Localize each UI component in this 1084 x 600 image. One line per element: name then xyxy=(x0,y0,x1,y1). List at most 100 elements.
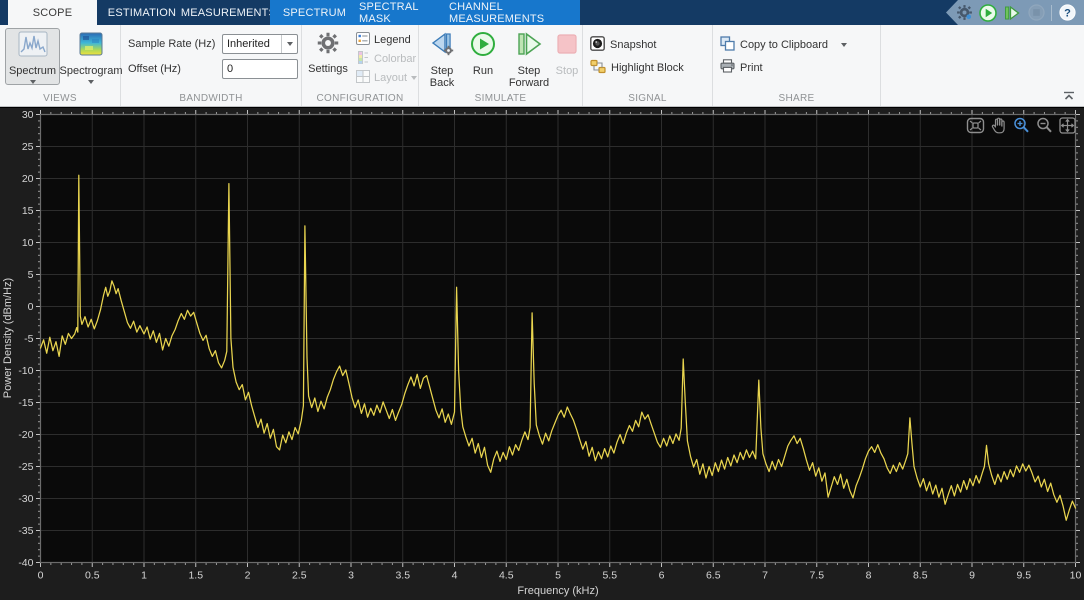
contextual-tab-group: SPECTRUM SPECTRAL MASK CHANNEL MEASUREME… xyxy=(270,0,580,25)
plot-zoom-toolbar xyxy=(965,115,1077,135)
offset-label: Offset (Hz) xyxy=(128,63,222,75)
copy-dropdown-caret-icon[interactable] xyxy=(841,43,847,47)
sample-rate-dropdown-button[interactable] xyxy=(281,35,297,53)
y-tick-label: -5 xyxy=(24,333,33,345)
run-icon[interactable] xyxy=(979,4,997,22)
layout-label: Layout xyxy=(374,72,407,84)
run-button[interactable]: Run xyxy=(465,28,501,78)
ribbon-section-signal: Snapshot Highlight Block SIGNAL xyxy=(583,25,713,106)
tab-spectral-mask[interactable]: SPECTRAL MASK xyxy=(359,0,449,25)
legend-button[interactable]: Legend xyxy=(356,31,417,49)
copy-icon xyxy=(720,36,735,54)
spectrum-analyzer-window: { "tab_bar": { "tabs": [ {"label": "SCOP… xyxy=(0,0,1084,600)
spectrogram-view-label: Spectrogram xyxy=(60,65,123,77)
help-icon[interactable]: ? xyxy=(1058,4,1076,22)
x-axis-title: Frequency (kHz) xyxy=(517,585,598,597)
x-tick-label: 5.5 xyxy=(602,570,617,582)
x-tick-label: 2 xyxy=(245,570,251,582)
fit-to-view-icon[interactable] xyxy=(1057,115,1077,135)
x-tick-label: 0.5 xyxy=(85,570,100,582)
zoom-out-icon[interactable] xyxy=(1034,115,1054,135)
offset-input[interactable] xyxy=(222,59,298,79)
tab-bar-spacer xyxy=(0,0,8,25)
settings-label: Settings xyxy=(308,63,348,75)
y-tick-label: 15 xyxy=(22,205,34,217)
step-back-label: Step Back xyxy=(424,65,460,89)
x-tick-label: 10 xyxy=(1070,570,1082,582)
y-tick-label: 30 xyxy=(22,109,34,121)
step-forward-label: Step Forward xyxy=(506,65,552,89)
sample-rate-value: Inherited xyxy=(223,38,281,50)
x-tick-label: 8 xyxy=(866,570,872,582)
print-label: Print xyxy=(740,62,763,74)
restore-view-icon[interactable] xyxy=(965,115,985,135)
y-tick-label: 5 xyxy=(28,269,34,281)
x-tick-label: 8.5 xyxy=(913,570,928,582)
tab-scope[interactable]: SCOPE xyxy=(8,0,97,25)
sample-rate-label: Sample Rate (Hz) xyxy=(128,38,222,50)
y-tick-label: -20 xyxy=(18,429,33,441)
step-forward-icon[interactable] xyxy=(1003,4,1021,22)
x-tick-label: 0 xyxy=(38,570,44,582)
spectrogram-view-button[interactable]: Spectrogram xyxy=(63,28,119,85)
ribbon-section-views: Spectrum Spectrogram xyxy=(0,25,121,106)
x-tick-label: 6.5 xyxy=(706,570,721,582)
tab-channel-measurements[interactable]: CHANNEL MEASUREMENTS xyxy=(449,0,580,25)
spectrum-view-label: Spectrum xyxy=(9,65,56,77)
sample-rate-combo[interactable]: Inherited xyxy=(222,34,298,54)
x-tick-label: 9.5 xyxy=(1016,570,1031,582)
x-tick-label: 9 xyxy=(969,570,975,582)
y-tick-label: -40 xyxy=(18,557,33,569)
x-tick-label: 1.5 xyxy=(188,570,203,582)
highlight-block-label: Highlight Block xyxy=(611,62,684,74)
stop-icon[interactable] xyxy=(1027,4,1045,22)
tab-measurements[interactable]: MEASUREMENTS xyxy=(187,0,270,25)
copy-to-clipboard-button[interactable]: Copy to Clipboard xyxy=(720,35,847,54)
x-tick-label: 4 xyxy=(452,570,458,582)
settings-button[interactable]: Settings xyxy=(305,28,351,76)
print-button[interactable]: Print xyxy=(720,58,763,77)
x-tick-label: 7 xyxy=(762,570,768,582)
collapse-ribbon-icon[interactable] xyxy=(1062,88,1076,98)
layout-dropdown-caret-icon[interactable] xyxy=(411,76,417,80)
spectrum-view-button[interactable]: Spectrum xyxy=(5,28,60,85)
y-tick-label: -25 xyxy=(18,461,33,473)
step-back-button[interactable]: Step Back xyxy=(423,28,461,90)
pan-icon[interactable] xyxy=(988,115,1008,135)
tab-spectrum[interactable]: SPECTRUM xyxy=(270,0,359,25)
spectrum-plot-svg[interactable]: -40-35-30-25-20-15-10-5051015202530109.5… xyxy=(0,108,1084,600)
qab-divider xyxy=(1051,5,1052,21)
bandwidth-section-label: BANDWIDTH xyxy=(121,93,301,104)
step-forward-button[interactable]: Step Forward xyxy=(505,28,553,90)
share-section-label: SHARE xyxy=(713,93,880,104)
gear-icon xyxy=(316,31,340,60)
colorbar-button[interactable]: Colorbar xyxy=(356,50,417,68)
legend-label: Legend xyxy=(374,34,411,46)
spectrogram-dropdown-caret-icon[interactable] xyxy=(88,80,94,84)
snapshot-button[interactable]: Snapshot xyxy=(590,35,656,54)
ribbon-section-share: Copy to Clipboard Print SHARE xyxy=(713,25,881,106)
zoom-in-icon[interactable] xyxy=(1011,115,1031,135)
stop-button[interactable]: Stop xyxy=(553,28,581,78)
y-tick-label: 0 xyxy=(28,301,34,313)
ribbon-toolstrip: Spectrum Spectrogram xyxy=(0,25,1084,107)
configuration-section-label: CONFIGURATION xyxy=(302,93,418,104)
legend-icon xyxy=(356,32,370,48)
x-tick-label: 3.5 xyxy=(395,570,410,582)
views-section-label: VIEWS xyxy=(0,93,120,104)
layout-button[interactable]: Layout xyxy=(356,69,417,87)
scope-display-area: -40-35-30-25-20-15-10-5051015202530109.5… xyxy=(0,107,1084,600)
spectrum-dropdown-caret-icon[interactable] xyxy=(30,80,36,84)
highlight-block-button[interactable]: Highlight Block xyxy=(590,58,684,77)
snapshot-icon xyxy=(590,36,605,54)
y-tick-label: -35 xyxy=(18,525,33,537)
chevron-down-icon xyxy=(287,42,293,46)
tab-estimation[interactable]: ESTIMATION xyxy=(97,0,187,25)
highlight-block-icon xyxy=(590,59,606,77)
x-tick-label: 6 xyxy=(659,570,665,582)
simulation-settings-icon[interactable] xyxy=(955,4,973,22)
y-axis-title: Power Density (dBm/Hz) xyxy=(2,278,14,398)
print-icon xyxy=(720,59,735,76)
ribbon-section-bandwidth: Sample Rate (Hz) Inherited Offset (Hz) B… xyxy=(121,25,302,106)
copy-to-clipboard-label: Copy to Clipboard xyxy=(740,39,828,51)
